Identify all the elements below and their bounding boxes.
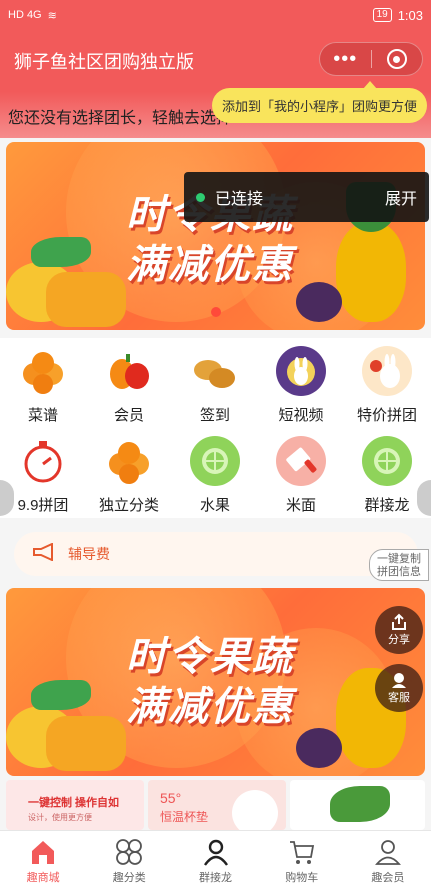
grid-row-2: 9.9拼团 独立分类 水果 米面 群接龙 [0,428,431,518]
share-button[interactable]: 分享 [375,606,423,654]
grid-item-fruit[interactable]: 水果 [172,428,258,518]
grid-item-special-group[interactable]: 特价拼团 [344,338,430,428]
banner-subtitle: 满减优惠 [126,243,294,287]
customer-service-button[interactable]: 客服 [375,664,423,712]
headset-icon [392,673,406,688]
tab-group-relay[interactable]: 群接龙 [172,831,258,888]
grid-label: 特价拼团 [356,407,417,424]
mango-cut-icon [46,272,126,327]
grid-item-independent-category[interactable]: 独立分类 [86,428,172,518]
promo-card-2-title: 55° [160,790,182,806]
grid-label: 菜谱 [27,407,58,424]
rabbit-icon [276,346,326,396]
bottom-tab-bar: 趣商城 趣分类 群接龙 购物车 趣会员 [0,830,431,888]
promo-card-2[interactable]: 55° 恒温杯垫 [148,780,286,830]
promo-card-2-subtitle: 恒温杯垫 [160,810,209,824]
oranges-icon [18,346,68,396]
grid-item-checkin[interactable]: 签到 [172,338,258,428]
lime-icon [362,436,412,486]
leader-notice-text: 您还没有选择团长，轻触去选择 [8,110,233,127]
grid-label: 短视频 [278,407,324,424]
stopwatch-icon [18,436,68,486]
cart-icon [289,841,314,864]
promo-banner-middle[interactable]: 时令果蔬 满减优惠 [6,588,425,776]
megaphone-icon [32,541,58,566]
member-icon [374,840,401,865]
grid-label: 米面 [285,497,316,514]
promo-card-1-title: 一键控制 操作自如 [28,797,120,809]
pineapple-icon [336,222,406,322]
home-icon [32,841,55,864]
leaf-icon [31,237,91,267]
grapes-icon [296,728,342,768]
target-icon [386,49,407,69]
tab-label: 趣分类 [112,872,146,884]
scroll-right-button[interactable] [417,480,431,516]
announcement-bar[interactable]: 辅导费 [14,532,418,576]
category-icon [116,839,143,865]
connected-dot-icon [196,192,205,202]
lime-icon [190,436,240,486]
grid-label: 水果 [199,497,230,514]
wifi-icon: ≋ [47,9,57,22]
promo-card-1[interactable]: 一键控制 操作自如 设计，使用更方便 [6,780,144,830]
expand-button[interactable]: 展开 [385,185,417,209]
battery-icon: 19 [372,8,392,22]
nuggets-icon [190,346,240,396]
tab-label: 趣会员 [371,872,405,884]
signal-indicator: HD 4G [8,9,42,21]
banner-subtitle: 满减优惠 [126,685,294,729]
leaf-icon [31,680,91,710]
grid-label: 独立分类 [98,497,159,514]
tab-member[interactable]: 趣会员 [345,831,431,888]
copy-group-info-button[interactable]: 一键复制 拼团信息 [369,549,429,581]
connection-status: 已连接 [215,191,264,208]
status-bar: HD 4G ≋ 19 1:03 [0,0,431,30]
tab-label: 购物车 [285,872,319,884]
grapes-icon [296,282,342,322]
tab-category[interactable]: 趣分类 [86,831,172,888]
cleaver-icon [276,436,326,486]
tab-label: 趣商城 [26,872,60,884]
more-menu-button[interactable]: ••• [320,44,371,74]
grid-label: 9.9拼团 [17,497,69,514]
peppers-icon [104,346,154,396]
grid-label: 群接龙 [364,497,410,514]
mango-cut-icon [46,716,126,771]
promo-card-3[interactable] [290,780,425,830]
grid-label: 会员 [113,407,144,424]
promo-card-1-subtitle: 设计，使用更方便 [28,813,92,822]
grid-item-short-video[interactable]: 短视频 [258,338,344,428]
promo-banner-top[interactable]: 时令果蔬 满减优惠 [6,142,425,330]
category-grid: 菜谱 会员 签到 短视频 特价拼团 9.9拼团 独立分类 水果 米面 群接龙 [0,338,431,518]
add-miniprogram-tip[interactable]: 添加到「我的小程序」团购更方便 [211,81,427,123]
service-label: 客服 [388,692,410,704]
leaf-icon [330,786,390,822]
rabbit-lantern-icon [362,346,412,396]
page-title: 狮子鱼社区团购独立版 [14,52,194,72]
oranges-icon [104,436,154,486]
grid-item-recipes[interactable]: 菜谱 [0,338,86,428]
close-miniprogram-button[interactable] [371,49,422,69]
person-icon [203,839,228,866]
grid-row-1: 菜谱 会员 签到 短视频 特价拼团 [0,338,431,428]
banner-indicator-dot [211,307,221,317]
product-promo-strip: 一键控制 操作自如 设计，使用更方便 55° 恒温杯垫 [6,780,425,830]
tab-label: 群接龙 [199,872,232,884]
connection-toast: 已连接 展开 [184,172,429,222]
tab-cart[interactable]: 购物车 [259,831,345,888]
announcement-text: 辅导费 [68,546,110,562]
grid-label: 签到 [199,407,230,424]
copy-button-line1: 一键复制 [377,553,421,565]
share-label: 分享 [388,634,410,646]
miniprogram-capsule: ••• [319,42,423,76]
cup-pad-image [232,790,278,830]
grid-item-rice-noodles[interactable]: 米面 [258,428,344,518]
status-time: 1:03 [397,7,423,23]
copy-button-line2: 拼团信息 [377,566,421,578]
share-icon [392,613,406,630]
tab-mall[interactable]: 趣商城 [0,831,86,888]
grid-item-member[interactable]: 会员 [86,338,172,428]
